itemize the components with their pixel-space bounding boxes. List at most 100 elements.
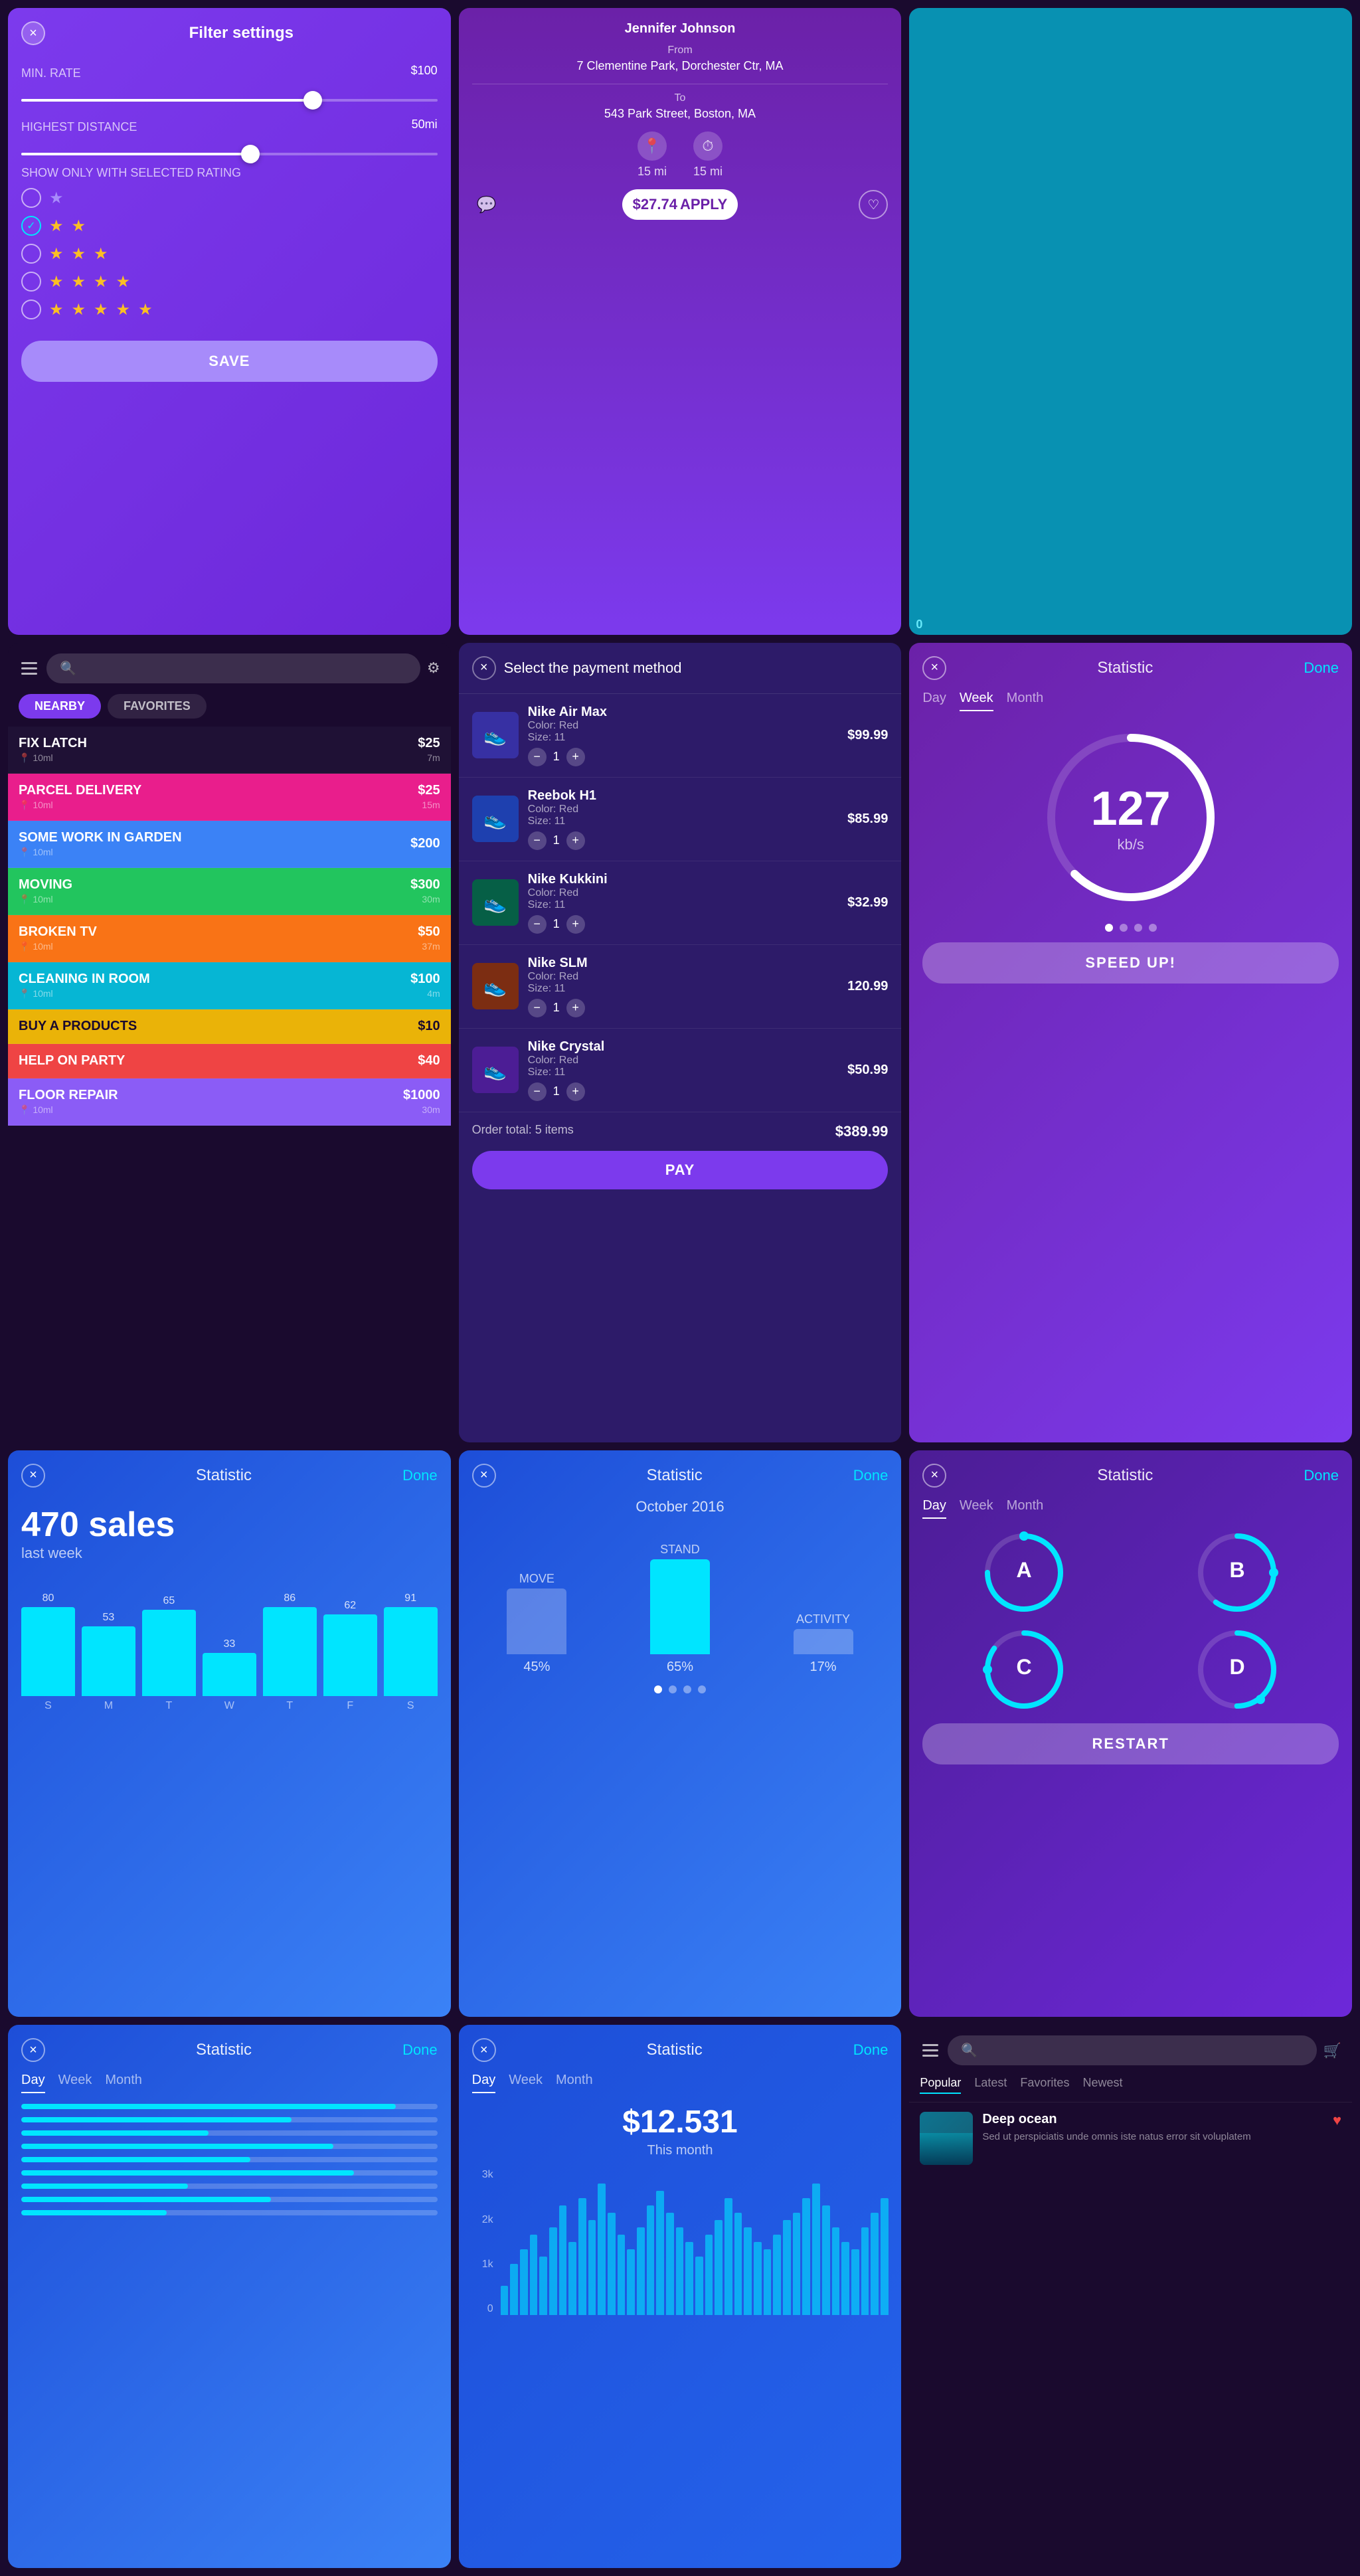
list-item[interactable]: FLOOR REPAIR 📍 10ml $1000 30m	[8, 1078, 451, 1126]
payment-close-button[interactable]: ×	[472, 656, 496, 680]
list-item[interactable]: MOVING 📍 10ml $300 30m	[8, 868, 451, 915]
radio-2[interactable]	[21, 216, 41, 236]
music-search-bar[interactable]: 🔍	[948, 2035, 1316, 2065]
radio-3[interactable]	[21, 244, 41, 264]
product-image-2: 👟	[472, 796, 519, 842]
pixel-grid-card: 0	[909, 8, 1352, 635]
circle-a: A	[922, 1529, 1125, 1616]
list-item[interactable]: BUY A PRODUCTS $10	[8, 1009, 451, 1044]
revenue-close-button[interactable]: ×	[472, 2038, 496, 2062]
qty-minus-4[interactable]: −	[528, 999, 547, 1017]
payment-title: Select the payment method	[504, 659, 682, 677]
bar-col-s2: 91 S	[384, 1592, 438, 1712]
music-search-input[interactable]	[984, 2043, 1303, 2057]
gauge-tab-month[interactable]: Month	[1007, 691, 1044, 711]
statline-bar-6	[21, 2170, 438, 2176]
music-tab-favorites[interactable]: Favorites	[1020, 2076, 1069, 2094]
gauge-close-button[interactable]: ×	[922, 656, 946, 680]
gauge-tab-week[interactable]: Week	[960, 691, 993, 711]
circles-tab-day[interactable]: Day	[922, 1498, 946, 1519]
list-item[interactable]: SOME WORK IN GARDEN 📍 10ml $200	[8, 821, 451, 868]
min-rate-thumb[interactable]	[303, 91, 322, 110]
qty-minus-2[interactable]: −	[528, 831, 547, 850]
sales-done-button[interactable]: Done	[402, 1467, 438, 1484]
list-item[interactable]: PARCEL DELIVERY 📍 10ml $25 15m	[8, 774, 451, 821]
cart-icon[interactable]: 🛒	[1323, 2042, 1341, 2059]
product-color-1: Color: Red	[528, 720, 839, 732]
circles-close-button[interactable]: ×	[922, 1464, 946, 1488]
restart-button[interactable]: RESTART	[922, 1723, 1339, 1764]
y-axis-labels: 3k 2k 1k 0	[472, 2169, 499, 2315]
list-item[interactable]: CLEANING IN ROOM 📍 10ml $100 4m	[8, 962, 451, 1009]
revenue-done-button[interactable]: Done	[853, 2041, 889, 2059]
from-label: From	[472, 44, 889, 56]
nearby-tab[interactable]: NEARBY	[19, 694, 101, 719]
sales-card: × Statistic Done 470 sales last week 80 …	[8, 1450, 451, 2018]
revenue-tab-week[interactable]: Week	[509, 2073, 543, 2093]
music-hamburger-icon[interactable]	[920, 2041, 941, 2059]
list-item[interactable]: BROKEN TV 📍 10ml $50 37m	[8, 915, 451, 962]
revenue-tab-day[interactable]: Day	[472, 2073, 496, 2093]
gauge-tab-day[interactable]: Day	[922, 691, 946, 711]
svg-text:B: B	[1230, 1558, 1245, 1582]
qty-plus-3[interactable]: +	[566, 915, 585, 934]
statline-title: Statistic	[196, 2041, 252, 2059]
gauge-dots	[922, 924, 1339, 932]
list-item[interactable]: HELP ON PARTY $40	[8, 1044, 451, 1078]
favorites-tab[interactable]: FAVORITES	[108, 694, 207, 719]
pay-button[interactable]: PAY	[472, 1151, 889, 1189]
radio-5[interactable]	[21, 300, 41, 319]
statline-done-button[interactable]: Done	[402, 2041, 438, 2059]
filter-settings-icon[interactable]: ⚙	[427, 659, 440, 677]
rating-row-4: ★ ★ ★ ★	[21, 272, 438, 292]
revenue-tab-month[interactable]: Month	[556, 2073, 593, 2093]
statline-tab-month[interactable]: Month	[105, 2073, 142, 2093]
delivery-icons: 📍 15 mi ⏱ 15 mi	[472, 131, 889, 179]
filter-close-button[interactable]: ×	[21, 21, 45, 45]
statline-tab-week[interactable]: Week	[58, 2073, 92, 2093]
heart-button[interactable]: ♡	[859, 190, 888, 219]
music-tab-newest[interactable]: Newest	[1082, 2076, 1122, 2094]
revenue-bar	[734, 2213, 742, 2315]
hamburger-menu-icon[interactable]	[19, 659, 40, 677]
radio-4[interactable]	[21, 272, 41, 292]
chat-button[interactable]: 💬	[472, 190, 501, 219]
revenue-bar	[520, 2249, 528, 2315]
delivery-person-name: Jennifer Johnson	[472, 21, 889, 37]
activity-close-button[interactable]: ×	[472, 1464, 496, 1488]
save-button[interactable]: SAVE	[21, 341, 438, 382]
highest-distance-thumb[interactable]	[241, 145, 260, 163]
speed-up-button[interactable]: SPEED UP!	[922, 942, 1339, 984]
radio-1[interactable]	[21, 188, 41, 208]
statline-close-button[interactable]: ×	[21, 2038, 45, 2062]
qty-minus-3[interactable]: −	[528, 915, 547, 934]
activity-columns: MOVE 45% STAND 65% ACTIVITY 17%	[472, 1529, 889, 1675]
statline-tab-day[interactable]: Day	[21, 2073, 45, 2093]
sales-close-button[interactable]: ×	[21, 1464, 45, 1488]
list-item[interactable]: FIX LATCH 📍 10ml $25 7m	[8, 727, 451, 774]
revenue-bar	[598, 2184, 606, 2315]
product-row-1: 👟 Nike Air Max Color: Red Size: 11 − 1 +…	[459, 694, 902, 778]
music-tab-popular[interactable]: Popular	[920, 2076, 961, 2094]
gauge-done-button[interactable]: Done	[1304, 659, 1339, 677]
qty-plus-5[interactable]: +	[566, 1082, 585, 1101]
qty-plus-2[interactable]: +	[566, 831, 585, 850]
qty-plus-1[interactable]: +	[566, 748, 585, 766]
highest-distance-slider[interactable]	[21, 153, 438, 155]
qty-minus-5[interactable]: −	[528, 1082, 547, 1101]
services-search-bar[interactable]: 🔍	[46, 653, 420, 683]
music-heart-icon[interactable]: ♥	[1333, 2112, 1341, 2129]
circles-tabs: Day Week Month	[922, 1498, 1339, 1519]
qty-plus-4[interactable]: +	[566, 999, 585, 1017]
circles-tab-week[interactable]: Week	[960, 1498, 993, 1519]
circles-tab-month[interactable]: Month	[1007, 1498, 1044, 1519]
min-rate-slider[interactable]	[21, 99, 438, 102]
music-tab-latest[interactable]: Latest	[974, 2076, 1007, 2094]
qty-minus-1[interactable]: −	[528, 748, 547, 766]
activity-done-button[interactable]: Done	[853, 1467, 889, 1484]
apply-button[interactable]: APPLY	[680, 196, 727, 213]
services-search-input[interactable]	[83, 661, 407, 675]
rating-row-5: ★ ★ ★ ★ ★	[21, 300, 438, 319]
product-image-1: 👟	[472, 712, 519, 758]
circles-done-button[interactable]: Done	[1304, 1467, 1339, 1484]
